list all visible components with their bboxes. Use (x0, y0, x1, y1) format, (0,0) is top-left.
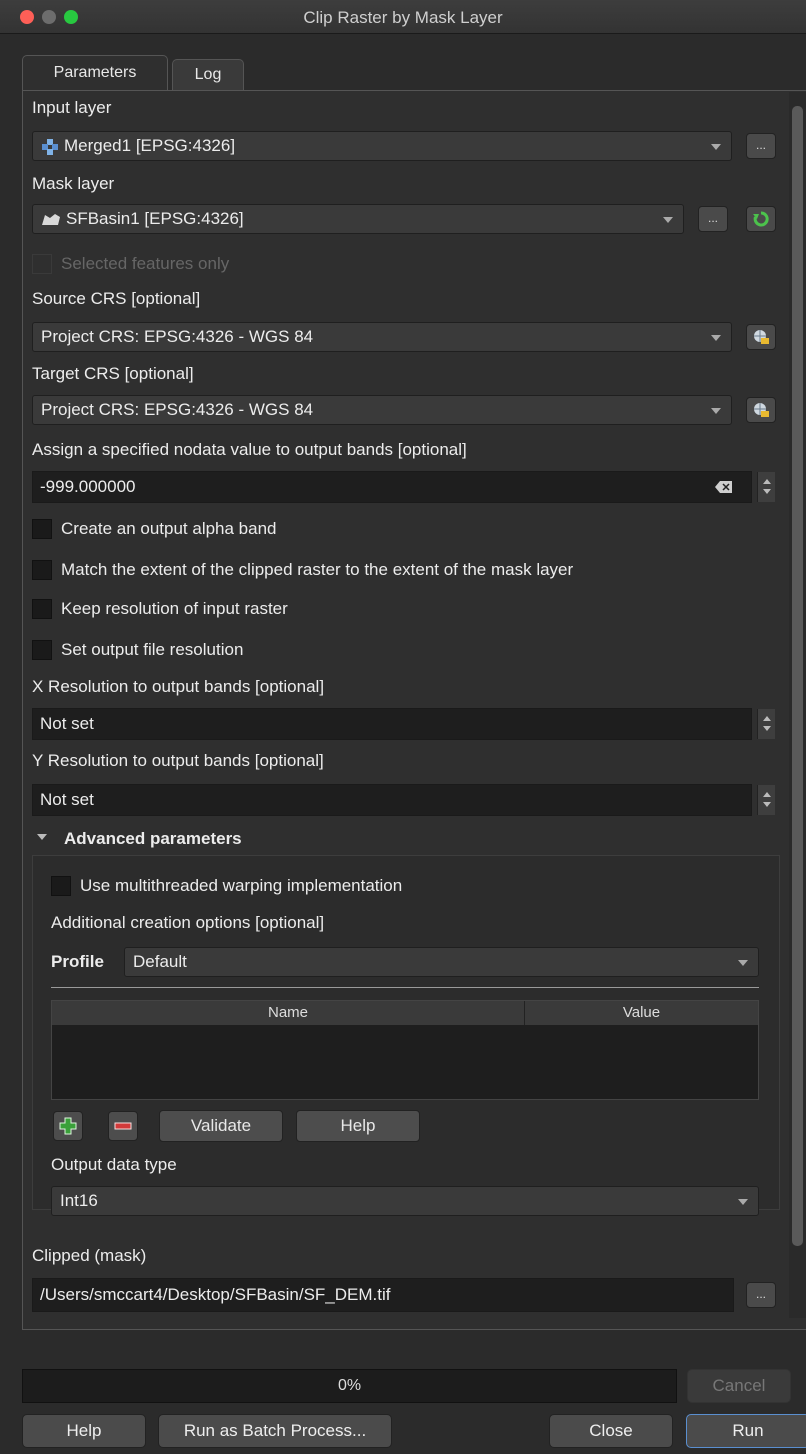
remove-row-button[interactable] (108, 1111, 138, 1141)
alpha-band-label: Create an output alpha band (61, 519, 277, 538)
output-path-value: /Users/smccart4/Desktop/SFBasin/SF_DEM.t… (40, 1285, 391, 1304)
output-data-type-label: Output data type (51, 1155, 177, 1174)
multithread-checkbox[interactable] (51, 876, 71, 896)
divider (51, 987, 759, 988)
input-layer-combo[interactable]: Merged1 [EPSG:4326] (32, 131, 732, 161)
chevron-down-icon (711, 408, 721, 414)
advanced-parameters-toggle[interactable]: Advanced parameters (64, 829, 242, 849)
input-layer-value: Merged1 [EPSG:4326] (64, 136, 236, 155)
target-crs-combo[interactable]: Project CRS: EPSG:4326 - WGS 84 (32, 395, 732, 425)
minus-icon (114, 1122, 132, 1130)
nodata-label: Assign a specified nodata value to outpu… (32, 440, 467, 459)
source-crs-label: Source CRS [optional] (32, 289, 201, 308)
output-data-type-combo[interactable]: Int16 (51, 1186, 759, 1216)
mask-layer-label: Mask layer (32, 174, 115, 193)
column-header-value[interactable]: Value (525, 1001, 758, 1025)
chevron-down-icon (711, 144, 721, 150)
multithread-label: Use multithreaded warping implementation (80, 876, 403, 895)
match-extent-checkbox[interactable] (32, 560, 52, 580)
y-resolution-value: Not set (40, 790, 94, 809)
set-resolution-checkbox[interactable] (32, 640, 52, 660)
y-resolution-input[interactable]: Not set (32, 784, 752, 816)
output-browse-button[interactable]: ... (746, 1282, 776, 1308)
creation-options-label: Additional creation options [optional] (51, 913, 325, 932)
target-crs-label: Target CRS [optional] (32, 364, 194, 383)
output-path-input[interactable]: /Users/smccart4/Desktop/SFBasin/SF_DEM.t… (32, 1278, 734, 1312)
nodata-value: -999.000000 (40, 477, 136, 496)
profile-value: Default (133, 952, 187, 971)
scrollbar-thumb[interactable] (792, 106, 803, 1246)
profile-label: Profile (51, 952, 104, 971)
set-resolution-label: Set output file resolution (61, 640, 244, 659)
target-crs-select-button[interactable] (746, 397, 776, 423)
target-crs-value: Project CRS: EPSG:4326 - WGS 84 (41, 400, 314, 419)
help-options-button[interactable]: Help (296, 1110, 420, 1142)
refresh-icon (753, 211, 769, 227)
raster-layer-icon (42, 138, 58, 155)
x-resolution-value: Not set (40, 714, 94, 733)
chevron-down-icon (663, 217, 673, 223)
help-button[interactable]: Help (22, 1414, 146, 1448)
title-bar: Clip Raster by Mask Layer (0, 0, 806, 34)
y-resolution-spinner[interactable] (757, 785, 775, 815)
validate-button[interactable]: Validate (159, 1110, 283, 1142)
keep-resolution-checkbox[interactable] (32, 599, 52, 619)
tab-log[interactable]: Log (172, 59, 244, 91)
mask-layer-combo[interactable]: SFBasin1 [EPSG:4326] (32, 204, 684, 234)
x-resolution-label: X Resolution to output bands [optional] (32, 677, 325, 696)
alpha-band-checkbox[interactable] (32, 519, 52, 539)
cancel-button[interactable]: Cancel (687, 1369, 791, 1403)
input-layer-label: Input layer (32, 98, 112, 117)
progress-bar: 0% (22, 1369, 677, 1403)
source-crs-combo[interactable]: Project CRS: EPSG:4326 - WGS 84 (32, 322, 732, 352)
close-button[interactable]: Close (549, 1414, 673, 1448)
chevron-down-icon (711, 335, 721, 341)
crs-globe-icon (754, 330, 769, 344)
keep-resolution-label: Keep resolution of input raster (61, 599, 288, 618)
mask-layer-value: SFBasin1 [EPSG:4326] (66, 209, 244, 228)
match-extent-label: Match the extent of the clipped raster t… (61, 560, 574, 579)
column-header-name[interactable]: Name (52, 1001, 525, 1025)
polygon-layer-icon (42, 213, 60, 225)
window-title: Clip Raster by Mask Layer (303, 8, 503, 27)
nodata-spinner[interactable] (757, 472, 775, 502)
source-crs-select-button[interactable] (746, 324, 776, 350)
output-label: Clipped (mask) (32, 1246, 147, 1265)
input-layer-browse-button[interactable]: ... (746, 133, 776, 159)
profile-combo[interactable]: Default (124, 947, 759, 977)
plus-icon (59, 1117, 77, 1135)
clear-icon[interactable] (715, 480, 733, 494)
crs-globe-icon (754, 403, 769, 417)
selected-features-label: Selected features only (61, 254, 230, 273)
nodata-input[interactable]: -999.000000 (32, 471, 752, 503)
mask-layer-browse-button[interactable]: ... (698, 206, 728, 232)
collapse-triangle-icon[interactable] (37, 834, 47, 840)
vertical-scrollbar[interactable] (789, 92, 806, 1318)
progress-text: 0% (337, 1377, 362, 1394)
source-crs-value: Project CRS: EPSG:4326 - WGS 84 (41, 327, 314, 346)
x-resolution-spinner[interactable] (757, 709, 775, 739)
chevron-down-icon (738, 1199, 748, 1205)
x-resolution-input[interactable]: Not set (32, 708, 752, 740)
chevron-down-icon (738, 960, 748, 966)
tab-parameters[interactable]: Parameters (22, 55, 168, 91)
add-row-button[interactable] (53, 1111, 83, 1141)
output-data-type-value: Int16 (60, 1191, 98, 1210)
creation-options-table[interactable]: Name Value (51, 1000, 759, 1100)
run-batch-button[interactable]: Run as Batch Process... (158, 1414, 392, 1448)
run-button[interactable]: Run (686, 1414, 806, 1448)
y-resolution-label: Y Resolution to output bands [optional] (32, 751, 324, 770)
refresh-button[interactable] (746, 206, 776, 232)
selected-features-checkbox[interactable] (32, 254, 52, 274)
